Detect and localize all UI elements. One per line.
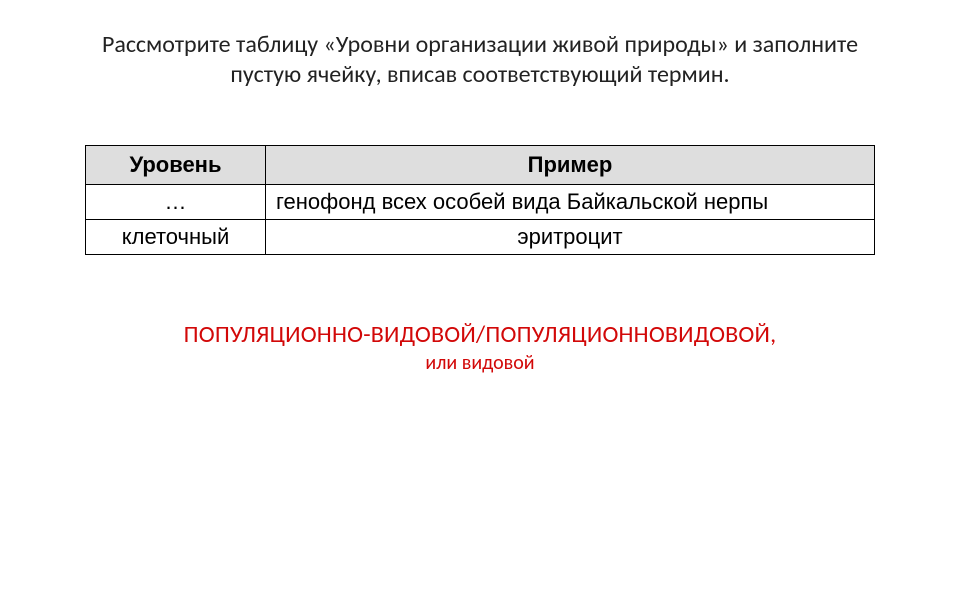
col-header-example: Пример — [266, 146, 875, 185]
cell-level-0: … — [86, 185, 266, 220]
col-header-level: Уровень — [86, 146, 266, 185]
levels-table: Уровень Пример … генофонд всех особей ви… — [85, 145, 875, 255]
cell-level-1: клеточный — [86, 220, 266, 255]
cell-example-0: генофонд всех особей вида Байкальской не… — [266, 185, 875, 220]
table-row: клеточный эритроцит — [86, 220, 875, 255]
answer-sub: или видовой — [60, 351, 900, 375]
prompt-line-2: пустую ячейку, вписав соответствующий те… — [230, 60, 729, 89]
table-header-row: Уровень Пример — [86, 146, 875, 185]
page: Рассмотрите таблицу «Уровни организации … — [0, 0, 960, 600]
question-prompt: Рассмотрите таблицу «Уровни организации … — [60, 30, 900, 90]
answer-block: ПОПУЛЯЦИОННО-ВИДОВОЙ/ПОПУЛЯЦИОННОВИДОВОЙ… — [60, 320, 900, 375]
prompt-line-1: Рассмотрите таблицу «Уровни организации … — [102, 30, 858, 59]
cell-example-1: эритроцит — [266, 220, 875, 255]
levels-table-wrap: Уровень Пример … генофонд всех особей ви… — [85, 145, 875, 255]
answer-main: ПОПУЛЯЦИОННО-ВИДОВОЙ/ПОПУЛЯЦИОННОВИДОВОЙ… — [60, 320, 900, 349]
table-row: … генофонд всех особей вида Байкальской … — [86, 185, 875, 220]
